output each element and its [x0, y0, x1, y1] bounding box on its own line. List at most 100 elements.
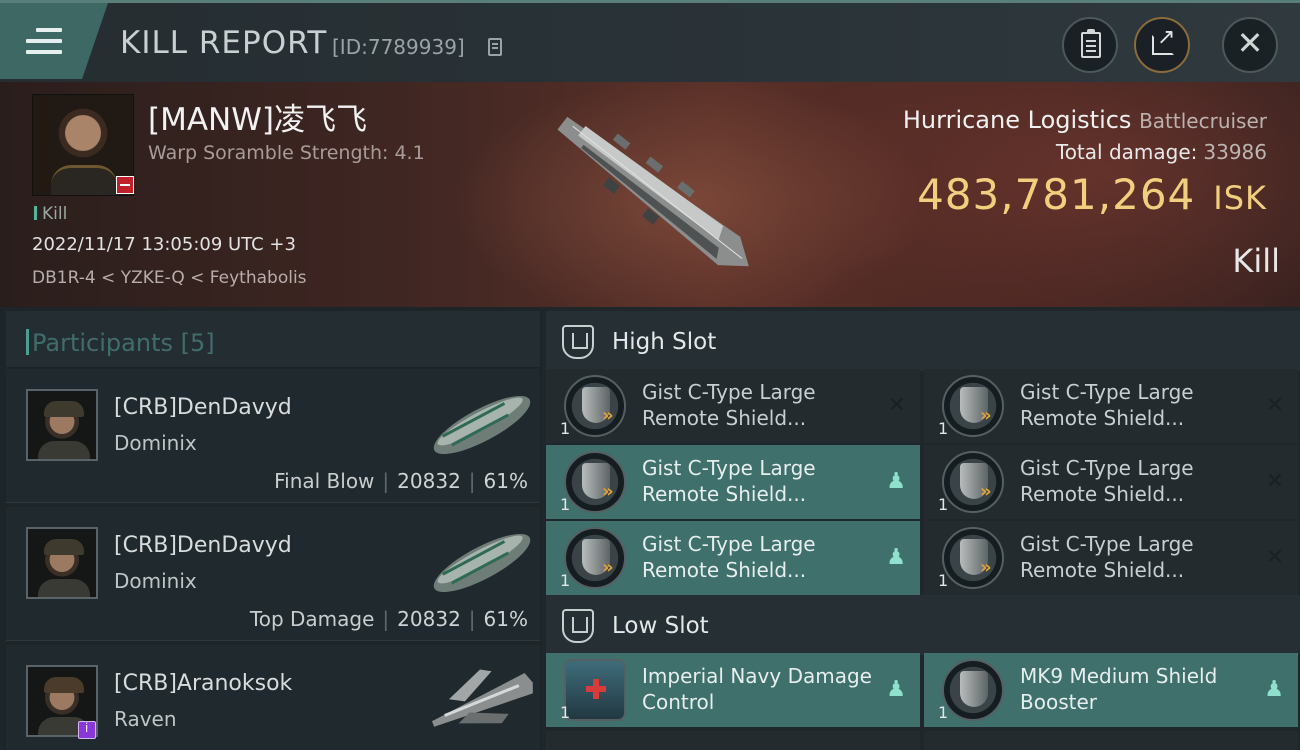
low-slot-icon [562, 609, 594, 643]
participant-avatar[interactable] [26, 527, 98, 599]
shield-booster-icon: » [942, 527, 1004, 589]
module-quantity: 1 [938, 703, 949, 722]
module-quantity: 1 [560, 571, 571, 590]
shield-booster-icon: » [564, 451, 626, 513]
module-item[interactable]: » 1 Gist C-Type Large Remote Shield... ✕ [924, 369, 1298, 443]
participant-row[interactable]: [CRB]DenDavyd Dominix Top Damage | 20832 | 6… [6, 507, 540, 641]
destroyed-icon: ✕ [1265, 393, 1284, 418]
participant-role: Final Blow [274, 469, 375, 493]
close-button[interactable]: ✕ [1222, 17, 1278, 73]
hamburger-icon [26, 28, 62, 54]
participants-count: [5] [180, 329, 215, 357]
module-quantity: 1 [560, 703, 571, 722]
module-name: Gist C-Type Large Remote Shield... [1020, 380, 1194, 430]
dropped-person-icon: ♟ [886, 677, 906, 702]
participant-percent: 61% [483, 469, 528, 493]
fitting-panel: High Slot » 1 Gist C-Type Large Remote S… [542, 307, 1300, 750]
participant-name: [CRB]DenDavyd [114, 533, 292, 558]
dropped-person-icon: ♟ [1264, 677, 1284, 702]
module-item[interactable]: » 1 Gist C-Type Large Remote Shield... ✕ [924, 445, 1298, 519]
ship-class-text: Battlecruiser [1139, 109, 1267, 133]
low-slot-header: Low Slot [546, 595, 1300, 655]
participants-panel: Participants [5] [CRB]DenDavyd Dominix F… [0, 307, 542, 750]
module-quantity: 1 [560, 419, 571, 438]
header-bar: KILL REPORT [ID:7789939] ✕ [0, 0, 1300, 82]
module-name: Gist C-Type Large Remote Shield... [642, 532, 816, 582]
negative-standing-icon [116, 176, 134, 194]
participant-row[interactable]: [CRB]DenDavyd Dominix Final Blow | 20832 | 6… [6, 369, 540, 503]
shield-booster-icon: » [564, 375, 626, 437]
total-damage-label: Total damage: [1055, 140, 1198, 164]
participant-damage: 20832 [397, 607, 461, 631]
destroyed-icon: ✕ [1265, 469, 1284, 494]
victim-banner: [MANW]凌飞飞 Warp Soramble Strength: 4.1 Ki… [0, 82, 1300, 307]
module-quantity: 1 [560, 495, 571, 514]
module-item[interactable]: » 1 Gist C-Type Large Remote Shield... ✕ [924, 521, 1298, 595]
participants-title: Participants [32, 329, 173, 357]
dropped-person-icon: ♟ [886, 469, 906, 494]
shield-booster-icon: » [942, 451, 1004, 513]
module-name: Imperial Navy Damage Control [642, 664, 872, 714]
module-name: Gist C-Type Large Remote Shield... [1020, 456, 1194, 506]
victim-ship-name[interactable]: Hurricane Logistics Battlecruiser [903, 106, 1267, 134]
damage-control-icon [564, 659, 626, 721]
participant-stats: Final Blow | 20832 | 61% [274, 469, 528, 493]
low-slot-label: Low Slot [612, 613, 709, 639]
destroyed-icon: ✕ [887, 393, 906, 418]
page-title: KILL REPORT [120, 25, 328, 61]
isk-unit: ISK [1213, 179, 1267, 217]
menu-button[interactable] [0, 3, 108, 79]
module-item[interactable]: » 1 Gist C-Type Large Remote Shield... ♟ [546, 521, 920, 595]
participants-header: Participants [5] [6, 311, 540, 367]
module-item-partial[interactable] [546, 731, 920, 750]
module-name: Gist C-Type Large Remote Shield... [642, 456, 816, 506]
destroyed-icon: ✕ [1265, 545, 1284, 570]
shield-booster-icon: » [942, 375, 1004, 437]
report-id: [ID:7789939] [332, 35, 465, 59]
victim-name[interactable]: [MANW]凌飞飞 [148, 94, 367, 139]
module-name: Gist C-Type Large Remote Shield... [1020, 532, 1194, 582]
module-name: Gist C-Type Large Remote Shield... [642, 380, 816, 430]
close-icon: ✕ [1236, 24, 1264, 62]
high-slot-label: High Slot [612, 329, 717, 355]
participant-name: [CRB]Aranoksok [114, 671, 293, 696]
module-item[interactable]: 1 MK9 Medium Shield Booster ♟ [924, 653, 1298, 727]
total-damage: Total damage: 33986 [1056, 140, 1267, 164]
share-icon [1152, 25, 1175, 55]
kill-datetime: 2022/11/17 13:05:09 UTC +3 [32, 234, 296, 255]
warp-scramble-strength: Warp Soramble Strength: 4.1 [148, 142, 425, 164]
copy-icon[interactable] [488, 38, 502, 56]
module-item[interactable]: 1 Imperial Navy Damage Control ♟ [546, 653, 920, 727]
participant-percent: 61% [483, 607, 528, 631]
ship-name-text: Hurricane Logistics [902, 106, 1132, 134]
clipboard-icon [1081, 29, 1101, 58]
participant-ship: Dominix [114, 431, 197, 455]
shield-booster-icon: » [564, 527, 626, 589]
module-quantity: 1 [938, 495, 949, 514]
isk-value: 483,781,264 ISK [917, 170, 1267, 219]
high-slot-header: High Slot [546, 311, 1300, 371]
participant-row[interactable]: [CRB]Aranoksok Raven [6, 645, 540, 750]
participant-ship: Dominix [114, 569, 197, 593]
dropped-person-icon: ♟ [886, 545, 906, 570]
participant-avatar[interactable] [26, 389, 98, 461]
share-button[interactable] [1134, 17, 1190, 73]
module-item-partial[interactable] [924, 731, 1298, 750]
participant-ship-image [433, 533, 531, 593]
participant-role: Top Damage [249, 607, 375, 631]
module-item[interactable]: » 1 Gist C-Type Large Remote Shield... ♟ [546, 445, 920, 519]
shield-booster-icon [942, 659, 1004, 721]
result-label: Kill [1232, 242, 1280, 280]
participant-stats: Top Damage | 20832 | 61% [249, 607, 528, 631]
victim-ship-image[interactable] [528, 94, 778, 294]
isk-amount: 483,781,264 [917, 170, 1196, 219]
participant-ship: Raven [114, 707, 177, 731]
participant-damage: 20832 [397, 469, 461, 493]
module-quantity: 1 [938, 419, 949, 438]
high-slot-icon [562, 325, 594, 359]
clipboard-button[interactable] [1062, 17, 1118, 73]
module-item[interactable]: » 1 Gist C-Type Large Remote Shield... ✕ [546, 369, 920, 443]
kill-location[interactable]: DB1R-4 < YZKE-Q < Feythabolis [32, 268, 307, 288]
module-quantity: 1 [938, 571, 949, 590]
kill-tag: Kill [34, 204, 67, 224]
